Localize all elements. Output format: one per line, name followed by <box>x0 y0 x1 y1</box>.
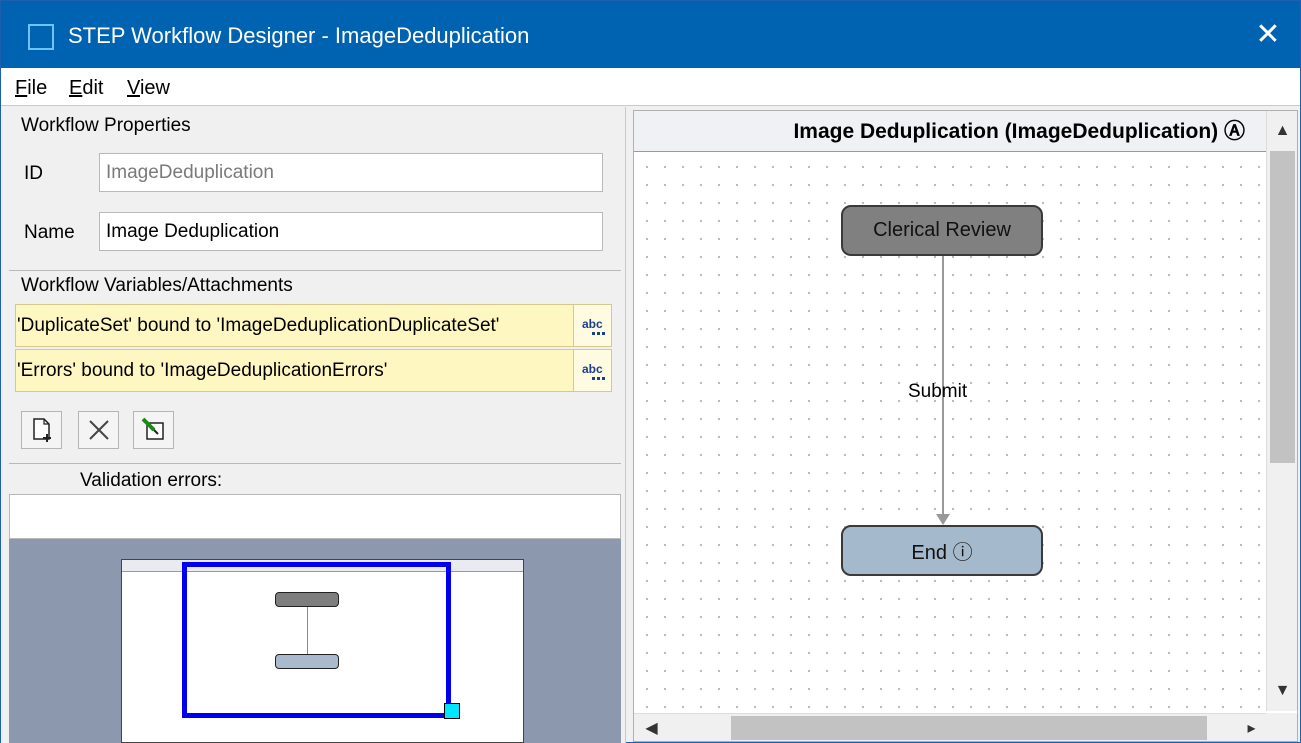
scroll-left-arrow[interactable]: ◀ <box>636 712 667 743</box>
menu-view[interactable]: View <box>127 76 170 100</box>
add-document-icon <box>32 418 51 442</box>
workflow-canvas-panel: Image Deduplication (ImageDeduplication)… <box>633 110 1298 742</box>
overview-viewport[interactable] <box>182 562 451 718</box>
delete-variable-button[interactable] <box>78 411 119 449</box>
workflow-properties-heading: Workflow Properties <box>21 115 191 136</box>
horizontal-scroll-thumb[interactable] <box>731 716 1207 740</box>
edit-variable-button[interactable] <box>133 411 174 449</box>
state-clerical-review[interactable]: Clerical Review <box>841 205 1043 256</box>
menu-bar: File Edit View <box>1 68 1300 106</box>
horizontal-scrollbar[interactable]: ◀ ▸ <box>634 713 1267 741</box>
abc-edit-icon[interactable]: abc <box>573 305 611 346</box>
overview-sheet <box>121 559 524 743</box>
validation-errors-box <box>9 494 621 539</box>
app-icon <box>28 24 54 50</box>
app-window: STEP Workflow Designer - ImageDeduplicat… <box>0 0 1301 743</box>
variable-row[interactable]: 'DuplicateSet' bound to 'ImageDeduplicat… <box>15 304 612 347</box>
workflow-variables-heading: Workflow Variables/Attachments <box>21 275 293 296</box>
name-label: Name <box>24 222 75 243</box>
abc-edit-icon[interactable]: abc <box>573 350 611 391</box>
overview-panel[interactable] <box>9 539 621 743</box>
menu-edit[interactable]: Edit <box>69 76 103 100</box>
properties-panel: Workflow Properties ID ImageDeduplicatio… <box>1 107 626 743</box>
menu-file[interactable]: File <box>15 76 47 100</box>
transition-arrow <box>936 514 950 525</box>
scrollbar-corner <box>1266 713 1297 741</box>
name-field[interactable]: Image Deduplication <box>99 212 603 251</box>
variable-row[interactable]: 'Errors' bound to 'ImageDeduplicationErr… <box>15 349 612 392</box>
edit-pencil-icon <box>141 417 164 440</box>
variable-label: 'DuplicateSet' bound to 'ImageDeduplicat… <box>17 315 500 336</box>
variable-label: 'Errors' bound to 'ImageDeduplicationErr… <box>17 360 388 381</box>
transition-label[interactable]: Submit <box>908 381 967 403</box>
workflow-canvas[interactable]: Clerical Review Submit End ⓘ <box>634 153 1267 715</box>
svg-text:abc: abc <box>582 317 603 331</box>
vertical-scrollbar[interactable]: ▲ ▼ <box>1266 111 1297 711</box>
delete-x-icon <box>88 420 109 440</box>
close-button[interactable]: ✕ <box>1236 1 1300 68</box>
canvas-title: Image Deduplication (ImageDeduplication)… <box>793 120 1245 143</box>
divider <box>9 463 621 464</box>
validation-errors-label: Validation errors: <box>80 470 223 491</box>
scroll-up-arrow[interactable]: ▲ <box>1267 115 1298 146</box>
scroll-right-arrow[interactable]: ▸ <box>1236 712 1267 743</box>
state-end[interactable]: End ⓘ <box>841 525 1043 576</box>
id-field: ImageDeduplication <box>99 153 603 192</box>
title-bar[interactable]: STEP Workflow Designer - ImageDeduplicat… <box>1 1 1300 68</box>
canvas-header: Image Deduplication (ImageDeduplication)… <box>634 111 1267 152</box>
overview-resize-handle[interactable] <box>444 703 460 719</box>
divider <box>9 270 621 271</box>
window-title: STEP Workflow Designer - ImageDeduplicat… <box>68 23 530 48</box>
id-label: ID <box>24 163 43 184</box>
add-variable-button[interactable] <box>21 411 62 449</box>
vertical-scroll-thumb[interactable] <box>1270 151 1295 463</box>
scroll-down-arrow[interactable]: ▼ <box>1267 675 1298 706</box>
svg-text:abc: abc <box>582 362 603 376</box>
